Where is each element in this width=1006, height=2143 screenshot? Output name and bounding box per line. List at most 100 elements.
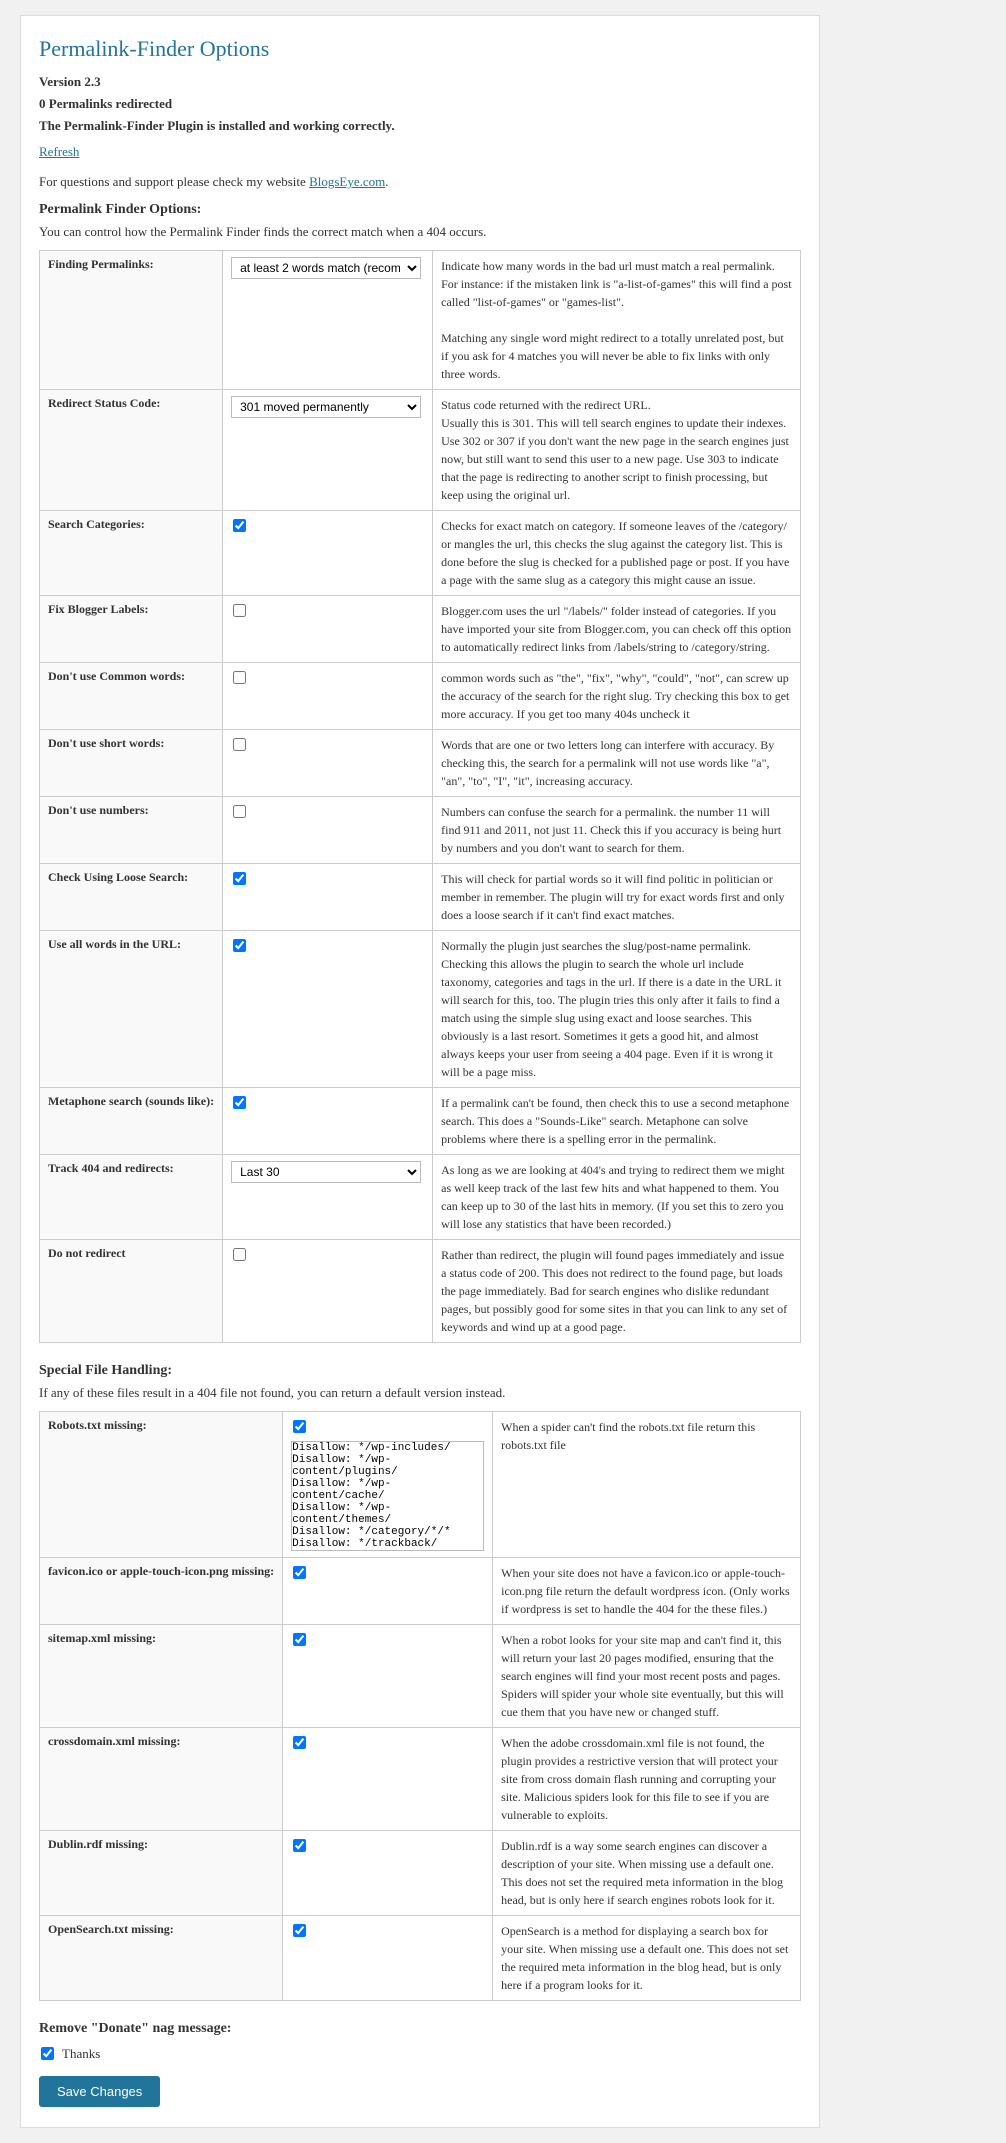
- option-checkbox[interactable]: [233, 738, 246, 751]
- thanks-row: Thanks: [39, 2045, 801, 2062]
- table-row: sitemap.xml missing: When a robot looks f…: [40, 1625, 801, 1728]
- option-description: Indicate how many words in the bad url m…: [433, 251, 801, 390]
- option-checkbox[interactable]: [233, 1096, 246, 1109]
- option-select[interactable]: at least 2 words match (recommended)1 wo…: [231, 257, 421, 279]
- option-description: As long as we are looking at 404's and t…: [433, 1155, 801, 1240]
- table-row: Don't use Common words:common words such…: [40, 663, 801, 730]
- special-description: OpenSearch is a method for displaying a …: [493, 1916, 801, 2001]
- table-row: Track 404 and redirects: Last 30Last 10La…: [40, 1155, 801, 1240]
- option-control-cell: [223, 511, 433, 596]
- special-description: When a spider can't find the robots.txt …: [493, 1412, 801, 1558]
- option-label: Don't use numbers:: [40, 797, 223, 864]
- special-label: OpenSearch.txt missing:: [40, 1916, 283, 2001]
- support-text-after: .: [385, 174, 388, 189]
- special-label: favicon.ico or apple-touch-icon.png miss…: [40, 1558, 283, 1625]
- special-control-cell: [283, 1412, 493, 1558]
- option-label: Do not redirect: [40, 1240, 223, 1343]
- table-row: Check Using Loose Search:This will check…: [40, 864, 801, 931]
- special-file-table: Robots.txt missing: When a spider can't f…: [39, 1411, 801, 2001]
- special-section-title: Special File Handling:: [39, 1363, 801, 1379]
- robots-textarea[interactable]: [291, 1441, 484, 1551]
- special-section-desc: If any of these files result in a 404 fi…: [39, 1385, 801, 1401]
- options-section-desc: You can control how the Permalink Finder…: [39, 224, 801, 240]
- table-row: Search Categories:Checks for exact match…: [40, 511, 801, 596]
- option-checkbox[interactable]: [233, 604, 246, 617]
- redirects-text: 0 Permalinks redirected: [39, 96, 801, 112]
- table-row: Don't use short words: Words that are one…: [40, 730, 801, 797]
- option-description: If a permalink can't be found, then chec…: [433, 1088, 801, 1155]
- option-description: Blogger.com uses the url "/labels/" fold…: [433, 596, 801, 663]
- special-description: When the adobe crossdomain.xml file is n…: [493, 1728, 801, 1831]
- table-row: Redirect Status Code:301 moved permanent…: [40, 390, 801, 511]
- special-checkbox[interactable]: [293, 1633, 306, 1646]
- special-description: When a robot looks for your site map and…: [493, 1625, 801, 1728]
- option-description: Normally the plugin just searches the sl…: [433, 931, 801, 1088]
- option-select[interactable]: 301 moved permanently302 found303 see ot…: [231, 396, 421, 418]
- option-label: Track 404 and redirects:: [40, 1155, 223, 1240]
- option-label: Finding Permalinks:: [40, 251, 223, 390]
- option-label: Fix Blogger Labels:: [40, 596, 223, 663]
- option-checkbox[interactable]: [233, 872, 246, 885]
- option-select[interactable]: Last 30Last 10Last 20Last 500 (disable): [231, 1161, 421, 1183]
- special-checkbox[interactable]: [293, 1839, 306, 1852]
- option-control-cell: [223, 864, 433, 931]
- special-checkbox[interactable]: [293, 1924, 306, 1937]
- table-row: Fix Blogger Labels: Blogger.com uses the …: [40, 596, 801, 663]
- special-description: Dublin.rdf is a way some search engines …: [493, 1831, 801, 1916]
- option-checkbox[interactable]: [233, 1248, 246, 1261]
- option-label: Don't use short words:: [40, 730, 223, 797]
- option-label: Search Categories:: [40, 511, 223, 596]
- special-label: Dublin.rdf missing:: [40, 1831, 283, 1916]
- thanks-label[interactable]: Thanks: [62, 2046, 100, 2062]
- special-checkbox[interactable]: [293, 1736, 306, 1749]
- option-description: Numbers can confuse the search for a per…: [433, 797, 801, 864]
- table-row: Dublin.rdf missing: Dublin.rdf is a way s…: [40, 1831, 801, 1916]
- special-control-cell: [283, 1831, 493, 1916]
- page-title: Permalink-Finder Options: [39, 36, 801, 62]
- options-section-title: Permalink Finder Options:: [39, 202, 801, 218]
- option-label: Metaphone search (sounds like):: [40, 1088, 223, 1155]
- option-checkbox[interactable]: [233, 671, 246, 684]
- option-control-cell: [223, 931, 433, 1088]
- special-label: Robots.txt missing:: [40, 1412, 283, 1558]
- option-label: Use all words in the URL:: [40, 931, 223, 1088]
- options-table: Finding Permalinks: at least 2 words matc…: [39, 250, 801, 1343]
- refresh-link[interactable]: Refresh: [39, 144, 79, 160]
- special-checkbox[interactable]: [293, 1420, 306, 1433]
- thanks-checkbox[interactable]: [41, 2047, 54, 2060]
- option-description: Status code returned with the redirect U…: [433, 390, 801, 511]
- table-row: Do not redirect Rather than redirect, the…: [40, 1240, 801, 1343]
- option-control-cell: [223, 596, 433, 663]
- special-label: sitemap.xml missing:: [40, 1625, 283, 1728]
- special-control-cell: [283, 1916, 493, 2001]
- option-control-cell: [223, 1088, 433, 1155]
- option-control-cell: 301 moved permanently302 found303 see ot…: [223, 390, 433, 511]
- option-checkbox[interactable]: [233, 939, 246, 952]
- support-line: For questions and support please check m…: [39, 174, 801, 190]
- special-control-cell: [283, 1728, 493, 1831]
- support-website-link[interactable]: BlogsEye.com: [309, 174, 385, 189]
- special-control-cell: [283, 1625, 493, 1728]
- table-row: Don't use numbers: Numbers can confuse th…: [40, 797, 801, 864]
- version-text: Version 2.3: [39, 74, 801, 90]
- table-row: OpenSearch.txt missing: OpenSearch is a m…: [40, 1916, 801, 2001]
- option-description: Rather than redirect, the plugin will fo…: [433, 1240, 801, 1343]
- option-control-cell: at least 2 words match (recommended)1 wo…: [223, 251, 433, 390]
- option-description: Words that are one or two letters long c…: [433, 730, 801, 797]
- option-label: Don't use Common words:: [40, 663, 223, 730]
- save-changes-button[interactable]: Save Changes: [39, 2076, 160, 2107]
- option-control-cell: [223, 1240, 433, 1343]
- donate-title: Remove "Donate" nag message:: [39, 2021, 801, 2037]
- option-checkbox[interactable]: [233, 519, 246, 532]
- option-description: This will check for partial words so it …: [433, 864, 801, 931]
- table-row: Metaphone search (sounds like): If a perm…: [40, 1088, 801, 1155]
- table-row: Finding Permalinks: at least 2 words matc…: [40, 251, 801, 390]
- option-control-cell: [223, 797, 433, 864]
- status-text: The Permalink-Finder Plugin is installed…: [39, 118, 801, 134]
- donate-section: Remove "Donate" nag message: Thanks: [39, 2021, 801, 2062]
- support-text-before: For questions and support please check m…: [39, 174, 309, 189]
- table-row: crossdomain.xml missing:When the adobe c…: [40, 1728, 801, 1831]
- option-checkbox[interactable]: [233, 805, 246, 818]
- special-checkbox[interactable]: [293, 1566, 306, 1579]
- option-control-cell: [223, 730, 433, 797]
